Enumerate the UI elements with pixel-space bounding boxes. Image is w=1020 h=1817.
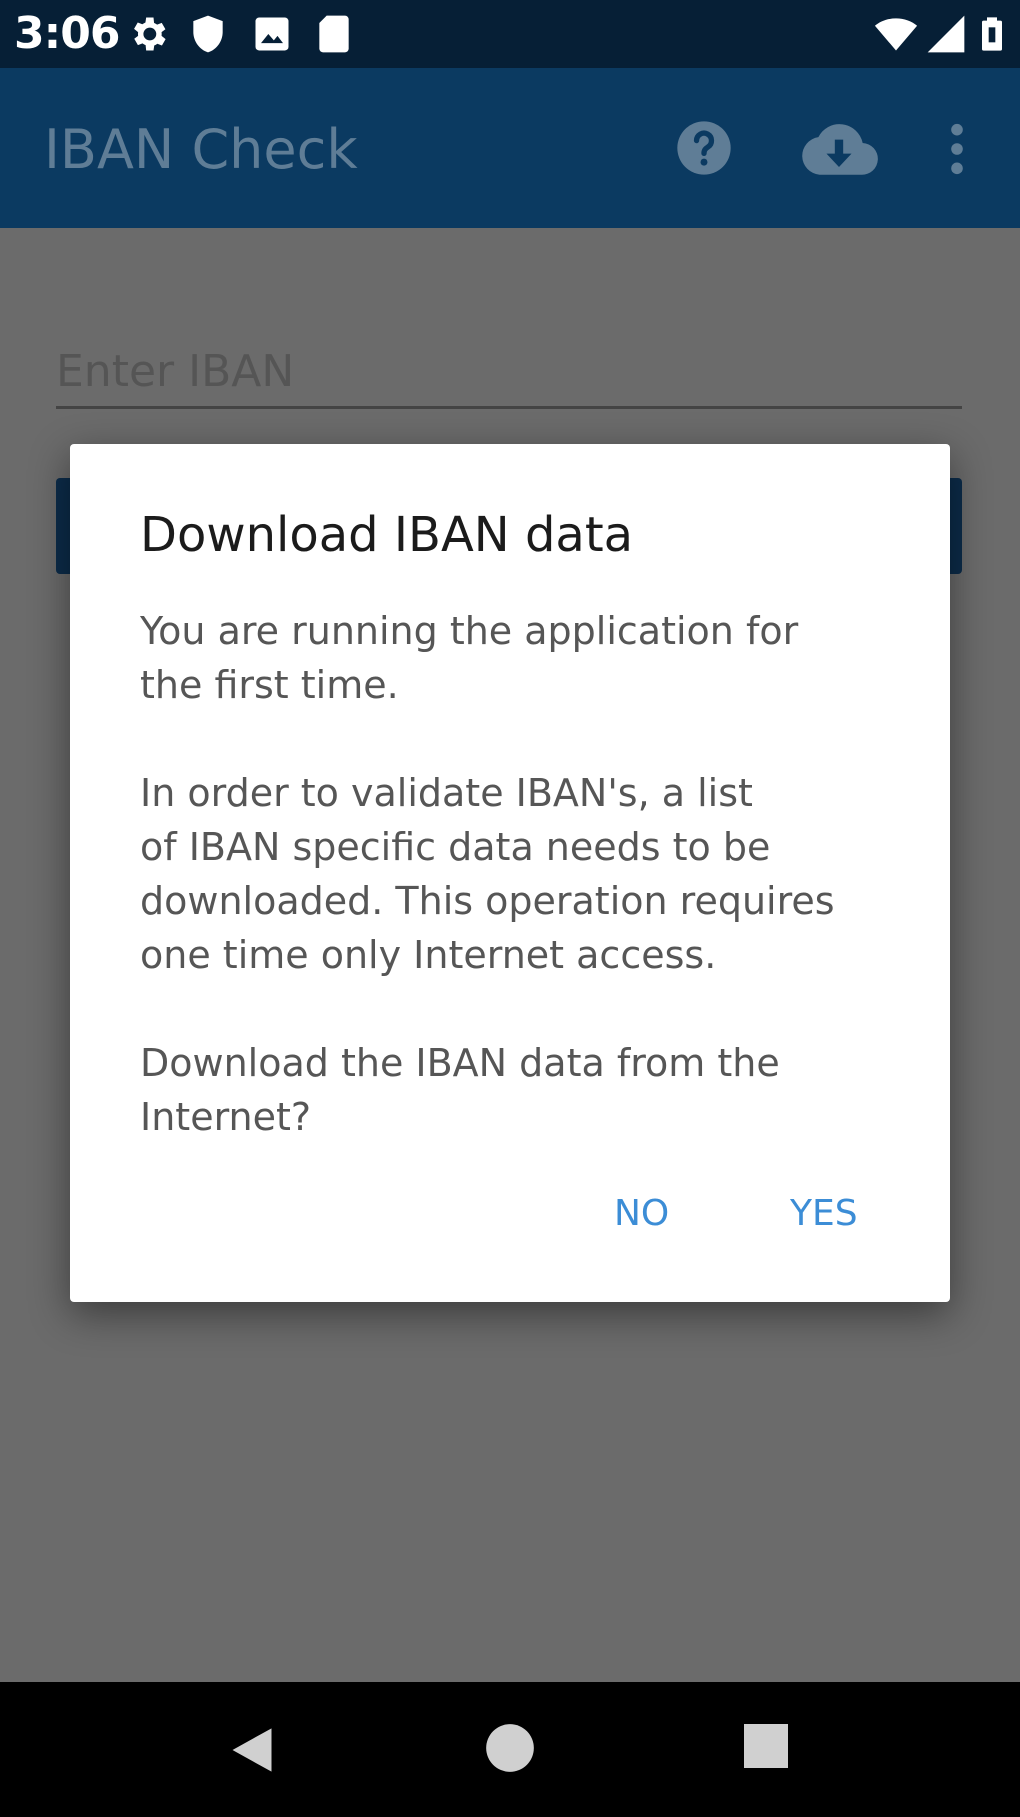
recents-icon[interactable] — [742, 1722, 790, 1770]
no-button[interactable]: NO — [614, 1192, 669, 1236]
app-bar: IBAN Check — [0, 68, 1020, 228]
app-title: IBAN Check — [44, 118, 358, 181]
navigation-bar — [0, 1682, 1020, 1817]
photo-icon — [255, 17, 289, 51]
cloud-download-icon[interactable] — [800, 116, 878, 180]
help-icon[interactable] — [672, 116, 736, 180]
settings-icon — [134, 17, 166, 51]
back-icon[interactable] — [226, 1722, 278, 1778]
battery-icon — [982, 17, 1002, 51]
signal-icon — [927, 15, 965, 53]
more-vert-icon[interactable] — [942, 120, 972, 178]
home-icon[interactable] — [484, 1722, 536, 1774]
sd-card-icon — [319, 15, 349, 53]
shield-icon — [193, 15, 223, 53]
dialog-title: Download IBAN data — [140, 507, 634, 563]
yes-button[interactable]: YES — [790, 1192, 858, 1236]
dialog-message: You are running the application for the … — [140, 609, 835, 1139]
wifi-icon — [874, 18, 918, 51]
status-time: 3:06 — [14, 8, 120, 59]
status-bar: 3:06 — [0, 0, 1020, 68]
iban-input[interactable] — [56, 336, 962, 409]
download-dialog: Download IBAN data You are running the a… — [70, 444, 950, 1302]
